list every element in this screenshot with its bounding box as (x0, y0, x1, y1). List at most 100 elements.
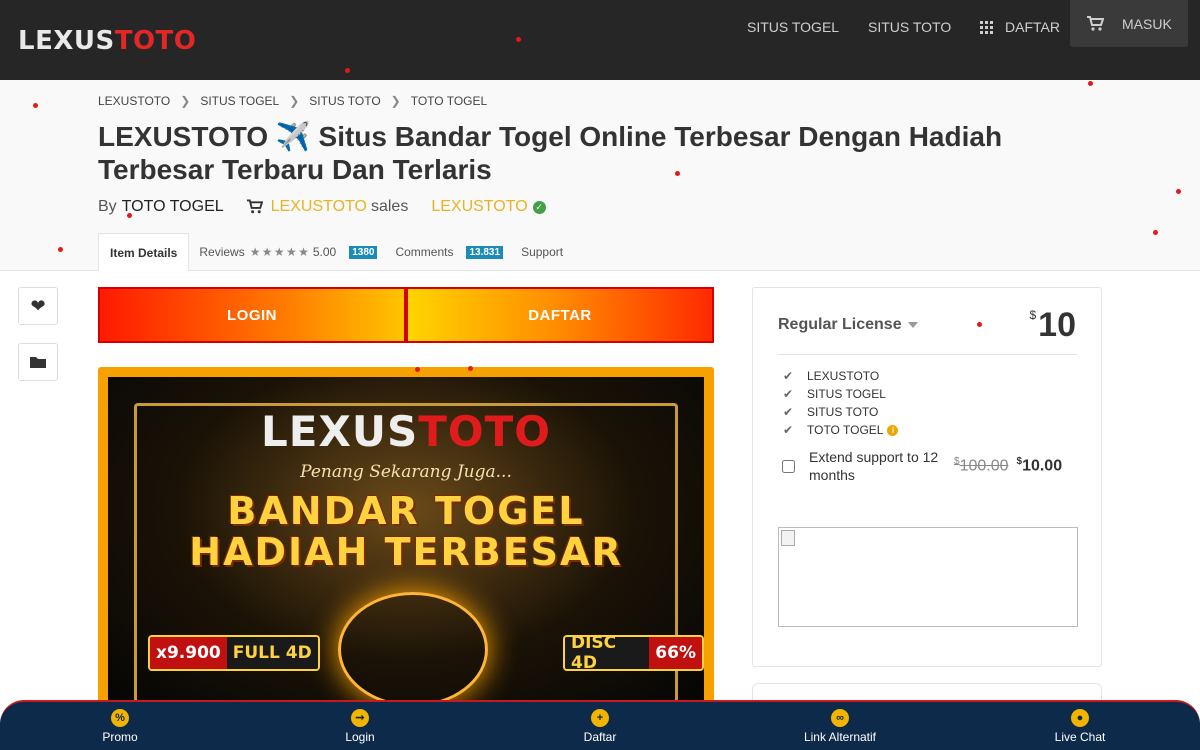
favorite-button[interactable]: ❤ (18, 287, 58, 325)
banner-script-text: Penang Sekarang Juga... (300, 462, 512, 482)
particle-decoration (415, 367, 420, 372)
license-title: Regular License (778, 316, 902, 333)
site-logo[interactable]: LEXUSTOTO (18, 26, 196, 56)
daftar-button[interactable]: DAFTAR (406, 287, 714, 343)
particle-decoration (127, 213, 132, 218)
chevron-right-icon: ❯ (390, 94, 401, 108)
breadcrumb-item[interactable]: SITUS TOGEL (200, 94, 279, 108)
bottom-nav-live-chat-label: Live Chat (1054, 729, 1106, 744)
author-link[interactable]: TOTO TOGEL (122, 198, 224, 216)
banner-tag-right: DISC 4D 66% (563, 635, 704, 671)
heart-icon: ❤ (30, 295, 46, 316)
page-title: LEXUSTOTO ✈️ Situs Bandar Togel Online T… (98, 121, 1003, 185)
cart-icon (246, 199, 263, 214)
breadcrumb-item[interactable]: TOTO TOGEL (411, 94, 487, 108)
extend-support-label: Extend support to 12 months (809, 449, 939, 483)
byline: By TOTO TOGEL LEXUSTOTO sales LEXUSTOTO … (98, 198, 546, 216)
seller-name[interactable]: LEXUSTOTO (271, 198, 367, 216)
bottom-nav-live-chat[interactable]: ● Live Chat (960, 708, 1200, 744)
banner-tag-right-b: 66% (649, 637, 702, 669)
tab-reviews[interactable]: Reviews (199, 245, 244, 259)
license-panel: Regular License $10 ✔ LEXUSTOTO ✔ SITUS TO… (752, 287, 1102, 667)
bottom-nav-promo-label: Promo (102, 729, 138, 744)
banner-tag-right-a: DISC 4D (565, 637, 650, 669)
check-icon: ✔ (783, 369, 794, 383)
apps-grid-icon (980, 20, 993, 34)
bottom-nav-promo[interactable]: % Promo (0, 708, 240, 744)
license-price: $10 (1029, 306, 1076, 345)
login-button[interactable]: LOGIN (98, 287, 406, 343)
particle-decoration (1153, 230, 1158, 235)
particle-decoration (1088, 81, 1093, 86)
bottom-nav-login-label: Login (345, 729, 375, 744)
top-navbar: LEXUSTOTO SITUS TOGEL SITUS TOTO DAFTAR … (0, 0, 1200, 80)
nav-masuk[interactable]: MASUK (1070, 0, 1188, 47)
tab-item-details[interactable]: Item Details (98, 233, 190, 271)
license-selector[interactable]: Regular License (778, 316, 918, 334)
new-price: $10.00 (1017, 456, 1063, 475)
caret-down-icon (907, 322, 918, 328)
item-tabs: Item Details Reviews ★ ★ ★ ★ ★ 5.00 1380… (98, 233, 563, 271)
banner-headline-1: BANDAR TOGEL (227, 489, 585, 533)
tab-comments[interactable]: Comments (395, 245, 453, 259)
bottom-nav-link-alternatif-label: Link Alternatif (803, 729, 877, 744)
price-value: 10 (1038, 306, 1076, 344)
extend-support-checkbox[interactable] (782, 459, 795, 473)
banner-logo-part2: TOTO (418, 407, 551, 456)
banner-logo: LEXUSTOTO (108, 407, 704, 456)
bottom-nav-daftar[interactable]: + Daftar (480, 708, 720, 744)
cart-icon (1087, 15, 1104, 31)
info-icon[interactable]: i (887, 424, 899, 436)
particle-decoration (345, 68, 350, 73)
new-price-value: 10.00 (1022, 457, 1063, 475)
particle-decoration (1176, 189, 1181, 194)
nav-masuk-label: MASUK (1122, 15, 1172, 32)
broken-image-icon (781, 530, 795, 546)
particle-decoration (977, 322, 982, 327)
list-item: ✔ SITUS TOTO (783, 403, 898, 421)
store-link[interactable]: LEXUSTOTO (431, 198, 527, 216)
chevron-right-icon: ❯ (289, 94, 300, 108)
feature-label: LEXUSTOTO (807, 369, 880, 383)
sales-label: sales (370, 198, 409, 215)
divider (778, 354, 1077, 355)
breadcrumb: LEXUSTOTO ❯ SITUS TOGEL ❯ SITUS TOTO ❯ T… (98, 94, 487, 108)
promo-banner: LEXUSTOTO Penang Sekarang Juga... BANDAR… (98, 367, 714, 707)
banner-tag-left-b: FULL 4D (226, 637, 318, 669)
old-price-value: 100.00 (959, 457, 1009, 475)
particle-decoration (58, 247, 63, 252)
feature-label: SITUS TOTO (807, 405, 879, 419)
bottom-nav-login[interactable]: ➞ Login (240, 708, 480, 744)
particle-decoration (468, 366, 473, 371)
particle-decoration (33, 103, 38, 108)
review-count-badge: 1380 (349, 245, 378, 259)
check-icon: ✔ (783, 423, 794, 437)
nav-situs-toto[interactable]: SITUS TOTO (868, 0, 951, 54)
breadcrumb-item[interactable]: LEXUSTOTO (98, 94, 170, 108)
check-icon: ✔ (783, 405, 794, 419)
tab-support[interactable]: Support (521, 245, 563, 259)
license-features: ✔ LEXUSTOTO ✔ SITUS TOGEL ✔ SITUS TOTO ✔ TOT… (783, 367, 899, 439)
bottom-nav-link-alternatif[interactable]: ∞ Link Alternatif (720, 708, 960, 744)
nav-situs-togel-label: SITUS TOGEL (747, 19, 840, 35)
check-icon: ✔ (783, 387, 794, 401)
nav-situs-toto-label: SITUS TOTO (868, 19, 952, 35)
particle-decoration (516, 37, 521, 42)
feature-label: SITUS TOGEL (807, 387, 886, 401)
nav-situs-togel[interactable]: SITUS TOGEL (747, 0, 839, 54)
particle-decoration (675, 171, 680, 176)
extend-support-row: Extend support to 12 months $100.00 $10.… (782, 448, 1078, 484)
broken-image (778, 527, 1078, 627)
link-icon: ∞ (831, 708, 849, 727)
bottom-navbar: % Promo ➞ Login + Daftar ∞ Link Alternat… (0, 700, 1200, 750)
nav-daftar-label: DAFTAR (1005, 19, 1060, 35)
banner-tag-left-a: x9.900 (150, 637, 227, 669)
verified-check-icon: ✓ (532, 200, 546, 214)
rating-stars-icon: ★ ★ ★ ★ ★ (249, 245, 309, 259)
collection-button[interactable] (18, 343, 58, 381)
nav-daftar[interactable]: DAFTAR (980, 0, 1060, 54)
rating-value: 5.00 (312, 245, 337, 259)
lottery-machine-illustration (338, 592, 488, 707)
logo-text-part1: LEXUS (18, 26, 115, 56)
breadcrumb-item[interactable]: SITUS TOTO (309, 94, 380, 108)
